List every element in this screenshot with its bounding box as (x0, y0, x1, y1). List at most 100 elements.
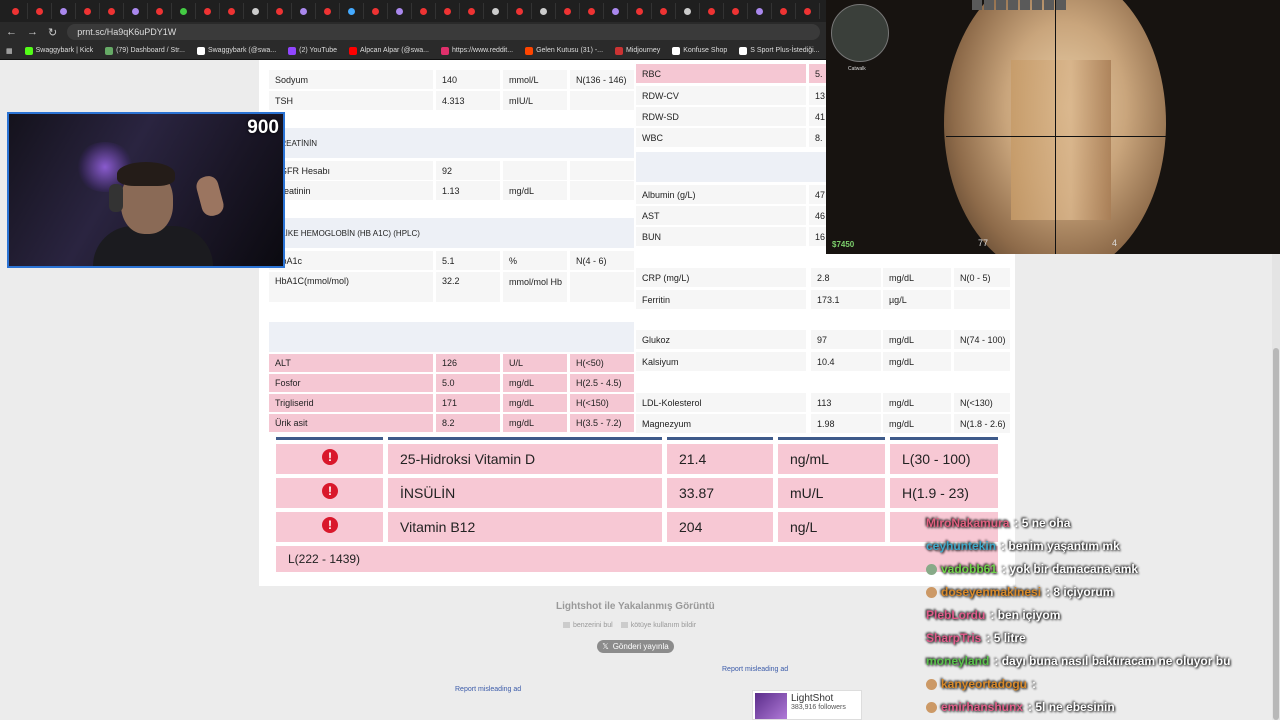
row-urikasit-value: 8.2 (436, 414, 500, 432)
browser-tab[interactable] (124, 3, 148, 19)
browser-tab[interactable] (76, 3, 100, 19)
browser-tab[interactable] (508, 3, 532, 19)
row-tsh-unit: mIU/L (503, 91, 567, 110)
row-magnezyum-value: 1.98 (811, 414, 881, 433)
tweet-button[interactable]: 𝕏 Gönderi yayınla (597, 640, 674, 653)
row-hba1c-mmol-unit: mmol/mol Hb (503, 272, 567, 302)
browser-tab[interactable] (676, 3, 700, 19)
row-kalsiyum-value: 10.4 (811, 352, 881, 371)
browser-tab[interactable] (28, 3, 52, 19)
row-hba1c-range: N(4 - 6) (570, 251, 634, 270)
bookmark-favicon-icon (105, 46, 114, 55)
back-icon[interactable]: ← (6, 26, 17, 38)
lightshot-widget[interactable]: LightShot 383,916 followers (752, 690, 862, 720)
browser-tab[interactable] (292, 3, 316, 19)
section-hba1c: GLİKE HEMOGLOBİN (HB A1C) (HPLC) (269, 218, 634, 248)
browser-tab[interactable] (100, 3, 124, 19)
row-magnezyum-range: N(1.8 - 2.6) (954, 414, 1010, 433)
browser-tab[interactable] (796, 3, 820, 19)
browser-tab[interactable] (484, 3, 508, 19)
radar-location: Catwalk (848, 66, 866, 72)
row-fosfor-name: Fosfor (269, 374, 433, 392)
browser-tab[interactable] (220, 3, 244, 19)
browser-tab[interactable] (604, 3, 628, 19)
browser-tab[interactable] (556, 3, 580, 19)
browser-tab[interactable] (724, 3, 748, 19)
bookmark-item[interactable]: Gelen Kutusu (31) -... (525, 46, 603, 55)
row-glukoz-unit: mg/dL (883, 330, 951, 349)
row-kreatinin-value: 1.13 (436, 181, 500, 200)
browser-tab[interactable] (652, 3, 676, 19)
browser-tab[interactable] (628, 3, 652, 19)
bookmark-item[interactable]: (2) YouTube (288, 46, 337, 55)
tab-favicon-icon (540, 7, 547, 15)
row-sodyum-value: 140 (436, 70, 500, 89)
tab-favicon-icon (156, 7, 163, 15)
bookmark-label: S Sport Plus-İstediği... (750, 47, 820, 54)
game-scene-wall (1011, 60, 1111, 220)
bookmark-item[interactable]: S Sport Plus-İstediği... (739, 46, 820, 55)
alert-row-3-range: L(222 - 1439) (276, 546, 998, 572)
report-abuse-link[interactable]: kötüye kullanım bildir (621, 622, 696, 629)
headset-icon (109, 184, 123, 212)
tab-favicon-icon (516, 7, 523, 15)
row-magnezyum-name: Magnezyum (636, 414, 806, 433)
browser-tab[interactable] (580, 3, 604, 19)
browser-tab[interactable] (52, 3, 76, 19)
row-urikasit-name: Ürik asit (269, 414, 433, 432)
tab-favicon-icon (588, 7, 595, 15)
tab-favicon-icon (36, 7, 43, 15)
browser-tab[interactable] (388, 3, 412, 19)
find-similar-link[interactable]: benzerini bul (563, 622, 613, 629)
bookmark-item[interactable]: Swaggybark | Kick (24, 46, 93, 55)
alert-bar-3 (667, 437, 773, 440)
tab-favicon-icon (492, 7, 499, 15)
browser-tab[interactable] (196, 3, 220, 19)
report-ad-link[interactable]: Report misleading ad (455, 686, 521, 693)
browser-tab[interactable] (412, 3, 436, 19)
browser-tab[interactable] (436, 3, 460, 19)
browser-tab[interactable] (244, 3, 268, 19)
game-overlay: Catwalk $7450 77 4 (826, 0, 1280, 254)
bookmark-item[interactable]: Swaggybark (@swa... (196, 46, 276, 55)
row-kalsiyum-name: Kalsiyum (636, 352, 806, 371)
row-ldl-value: 113 (811, 393, 881, 412)
tab-favicon-icon (468, 7, 475, 15)
tab-favicon-icon (396, 7, 403, 15)
chat-username: SharpTris (926, 631, 982, 645)
bookmark-item[interactable]: (79) Dashboard / Str... (105, 46, 185, 55)
lightshot-sublinks: benzerini bul kötüye kullanım bildir (563, 622, 696, 629)
bookmark-item[interactable]: Midjourney (615, 46, 660, 55)
bookmark-item[interactable]: Konfuse Shop (672, 46, 727, 55)
bookmark-item[interactable]: Alpcan Alpar (@swa... (349, 46, 429, 55)
browser-tab[interactable] (460, 3, 484, 19)
browser-tab[interactable] (316, 3, 340, 19)
browser-tab[interactable] (148, 3, 172, 19)
bookmark-item[interactable]: https://www.reddit... (441, 46, 513, 55)
section-blank (269, 322, 634, 352)
browser-tab[interactable] (532, 3, 556, 19)
browser-tab[interactable] (700, 3, 724, 19)
row-ldl-unit: mg/dL (883, 393, 951, 412)
browser-tab[interactable] (172, 3, 196, 19)
browser-tab[interactable] (4, 3, 28, 19)
chat-message: doseyenmakinesi: 8 içiyorum (926, 585, 1113, 599)
browser-tab[interactable] (268, 3, 292, 19)
row-rdwcv-name: RDW-CV (636, 86, 806, 105)
kills-counter: 4 (1112, 238, 1118, 248)
tab-favicon-icon (636, 7, 643, 15)
browser-tab[interactable] (772, 3, 796, 19)
address-bar[interactable]: prnt.sc/Ha9qK6uPDY1W (67, 24, 820, 40)
section-kreatinin: KREATİNİN (269, 128, 634, 158)
browser-tab[interactable] (340, 3, 364, 19)
alert-icon: ! (322, 483, 338, 499)
forward-icon[interactable]: → (27, 26, 38, 38)
browser-tab[interactable] (364, 3, 388, 19)
row-ferritin-unit: µg/L (883, 290, 951, 309)
reload-icon[interactable]: ↻ (48, 26, 57, 39)
browser-tab[interactable] (748, 3, 772, 19)
apps-icon[interactable]: ▦ (6, 47, 13, 55)
row-ldl-range: N(<130) (954, 393, 1010, 412)
report-ad-link[interactable]: Report misleading ad (722, 666, 788, 673)
row-wbc-name: WBC (636, 128, 806, 147)
